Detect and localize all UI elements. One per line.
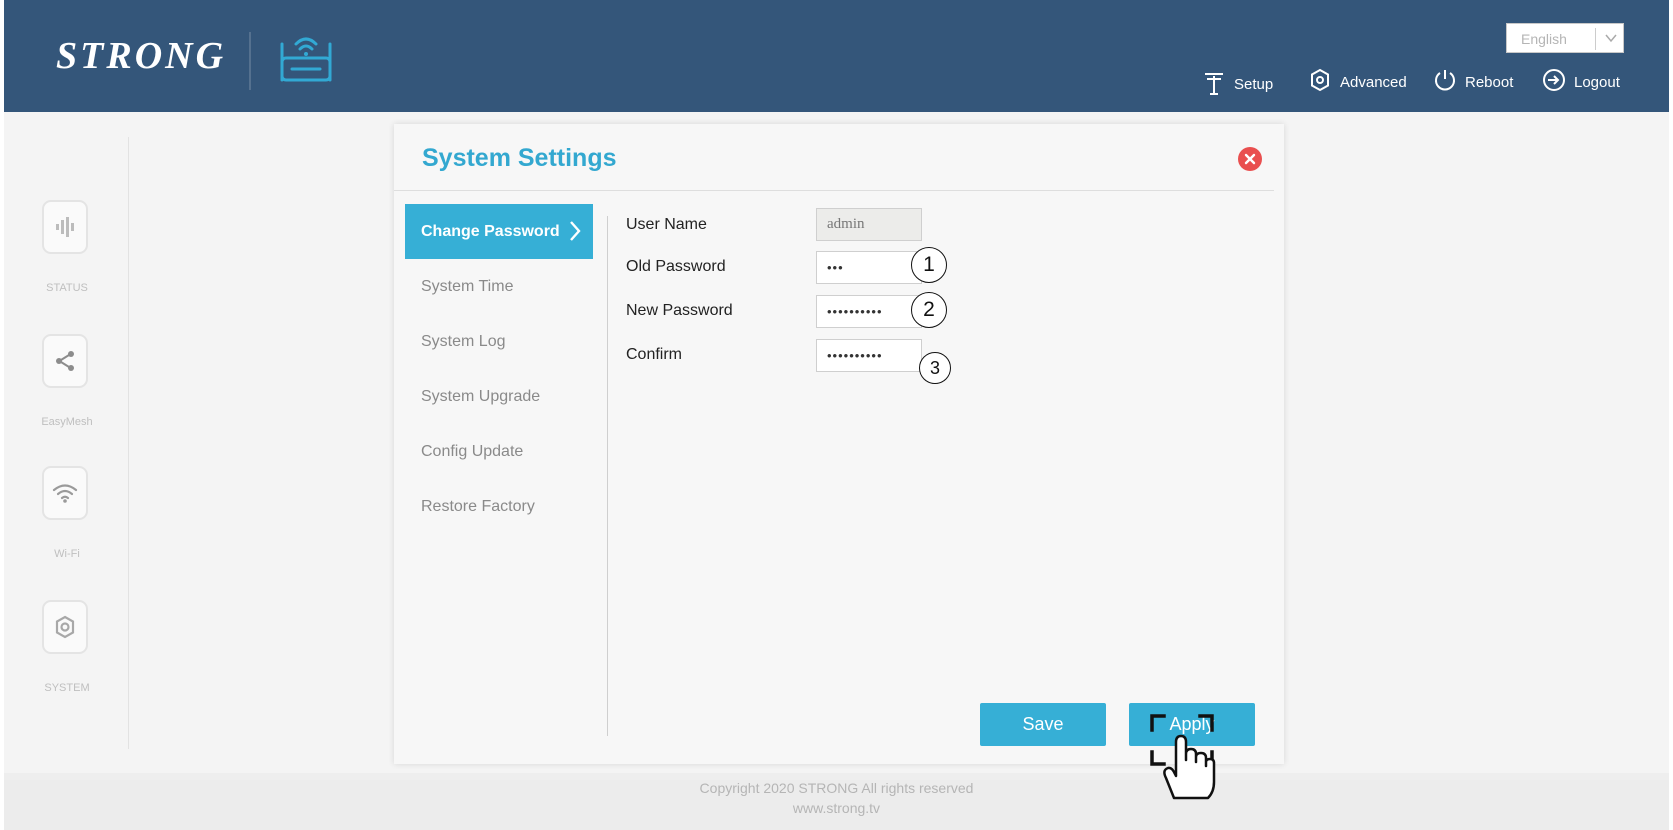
antenna-icon bbox=[1202, 68, 1234, 100]
old-password-field[interactable]: ••• bbox=[816, 251, 922, 284]
nav-setup[interactable]: Setup bbox=[1202, 68, 1273, 100]
logout-icon bbox=[1542, 68, 1574, 96]
nav-reboot[interactable]: Reboot bbox=[1433, 68, 1513, 96]
close-button[interactable] bbox=[1238, 147, 1262, 171]
dialog-title: System Settings bbox=[422, 144, 617, 172]
chevron-down-icon bbox=[1603, 28, 1619, 51]
title-divider bbox=[394, 190, 1274, 191]
sidebar-label-wifi: Wi-Fi bbox=[54, 548, 80, 560]
sidebar-label-easymesh: EasyMesh bbox=[41, 416, 93, 428]
status-icon bbox=[42, 200, 88, 254]
menu-item-system-upgrade[interactable]: System Upgrade bbox=[405, 369, 593, 424]
username-label: User Name bbox=[626, 216, 707, 233]
new-password-label: New Password bbox=[626, 302, 733, 319]
gear-icon bbox=[42, 600, 88, 654]
username-field: admin bbox=[816, 208, 922, 241]
router-icon bbox=[276, 30, 336, 91]
nav-logout[interactable]: Logout bbox=[1542, 68, 1620, 96]
sidebar-item-easymesh[interactable]: EasyMesh bbox=[41, 334, 93, 428]
strong-logo: STRONG bbox=[56, 35, 227, 77]
language-select[interactable]: English bbox=[1506, 23, 1624, 53]
sidebar-item-status[interactable]: STATUS bbox=[42, 200, 92, 294]
language-divider bbox=[1595, 28, 1596, 50]
footer-band bbox=[4, 773, 1669, 780]
menu-item-restore-factory[interactable]: Restore Factory bbox=[405, 479, 593, 534]
wifi-icon bbox=[42, 466, 88, 520]
share-icon bbox=[42, 334, 88, 388]
nav-reboot-label: Reboot bbox=[1465, 73, 1514, 91]
nav-advanced[interactable]: Advanced bbox=[1308, 68, 1407, 96]
save-button[interactable]: Save bbox=[980, 703, 1106, 746]
settings-menu: Change Password System Time System Log S… bbox=[405, 204, 593, 534]
system-settings-dialog: System Settings Change Password System T… bbox=[394, 124, 1284, 764]
power-icon bbox=[1433, 68, 1465, 96]
callout-2: 2 bbox=[911, 292, 947, 328]
confirm-password-field[interactable]: •••••••••• bbox=[816, 339, 922, 372]
new-password-field[interactable]: •••••••••• bbox=[816, 295, 922, 328]
menu-divider bbox=[607, 216, 608, 736]
sidebar-label-system: SYSTEM bbox=[44, 682, 90, 694]
menu-item-system-time[interactable]: System Time bbox=[405, 259, 593, 314]
sidebar-label-status: STATUS bbox=[46, 282, 88, 294]
menu-item-system-log[interactable]: System Log bbox=[405, 314, 593, 369]
logo-divider bbox=[249, 32, 251, 90]
old-password-label: Old Password bbox=[626, 258, 726, 275]
language-selected: English bbox=[1521, 31, 1567, 47]
callout-3: 3 bbox=[919, 352, 951, 384]
website-text: www.strong.tv bbox=[792, 800, 881, 816]
menu-item-label: Change Password bbox=[421, 222, 560, 240]
sidebar-divider bbox=[128, 137, 129, 749]
gear-icon bbox=[1308, 68, 1340, 96]
chevron-right-icon bbox=[569, 220, 581, 247]
hand-pointer-icon bbox=[1148, 712, 1228, 807]
callout-1: 1 bbox=[911, 247, 947, 283]
nav-setup-label: Setup bbox=[1234, 75, 1274, 93]
sidebar-item-system[interactable]: SYSTEM bbox=[42, 600, 92, 694]
sidebar-item-wifi[interactable]: Wi-Fi bbox=[42, 466, 92, 560]
menu-item-change-password[interactable]: Change Password bbox=[405, 204, 593, 259]
menu-item-config-update[interactable]: Config Update bbox=[405, 424, 593, 479]
close-icon bbox=[1244, 153, 1256, 165]
copyright-text: Copyright 2020 STRONG All rights reserve… bbox=[699, 780, 974, 796]
page: STRONG English Setup Advanced Reboot Log… bbox=[4, 0, 1669, 830]
nav-advanced-label: Advanced bbox=[1340, 73, 1407, 91]
header-bar: STRONG English Setup Advanced Reboot Log… bbox=[4, 0, 1669, 112]
nav-logout-label: Logout bbox=[1574, 73, 1620, 91]
confirm-label: Confirm bbox=[626, 346, 683, 363]
